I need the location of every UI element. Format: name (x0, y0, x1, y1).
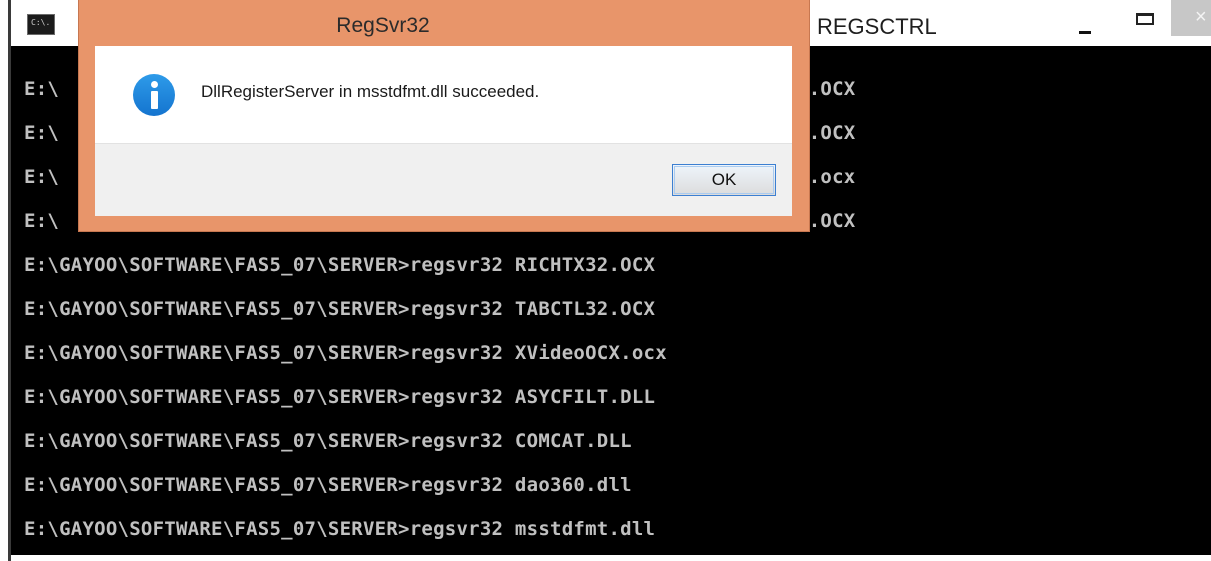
window-bottom-border (11, 555, 1211, 561)
minimize-button[interactable] (1072, 8, 1100, 38)
console-line: E:\GAYOO\SOFTWARE\FAS5_07\SERVER>regsvr3… (24, 386, 656, 408)
dialog-body: DllRegisterServer in msstdfmt.dll succee… (95, 46, 792, 143)
console-window-title: REGSCTRL (817, 14, 937, 39)
close-icon: × (1195, 6, 1207, 28)
maximize-button[interactable] (1129, 7, 1157, 37)
console-line: E:\GAYOO\SOFTWARE\FAS5_07\SERVER>regsvr3… (24, 298, 656, 320)
console-line-prefix: E:\ (24, 122, 60, 144)
info-icon (133, 74, 175, 116)
console-line-prefix: E:\ (24, 78, 60, 100)
regsvr32-dialog[interactable]: RegSvr32 DllRegisterServer in msstdfmt.d… (79, 0, 809, 231)
console-app-icon[interactable]: C:\. (27, 14, 55, 35)
dialog-footer: OK (95, 143, 792, 216)
console-line-prefix: E:\ (24, 210, 60, 232)
dialog-title: RegSvr32 (336, 14, 430, 37)
console-line: E:\GAYOO\SOFTWARE\FAS5_07\SERVER>regsvr3… (24, 254, 656, 276)
close-button[interactable]: × (1171, 0, 1211, 36)
console-line-prefix: E:\ (24, 166, 60, 188)
ok-button[interactable]: OK (672, 164, 776, 196)
console-line: E:\GAYOO\SOFTWARE\FAS5_07\SERVER>regsvr3… (24, 474, 632, 496)
dialog-message: DllRegisterServer in msstdfmt.dll succee… (201, 82, 540, 101)
console-line: E:\GAYOO\SOFTWARE\FAS5_07\SERVER>regsvr3… (24, 342, 667, 364)
console-line: E:\GAYOO\SOFTWARE\FAS5_07\SERVER>regsvr3… (24, 518, 656, 540)
console-line: E:\GAYOO\SOFTWARE\FAS5_07\SERVER>regsvr3… (24, 430, 632, 452)
